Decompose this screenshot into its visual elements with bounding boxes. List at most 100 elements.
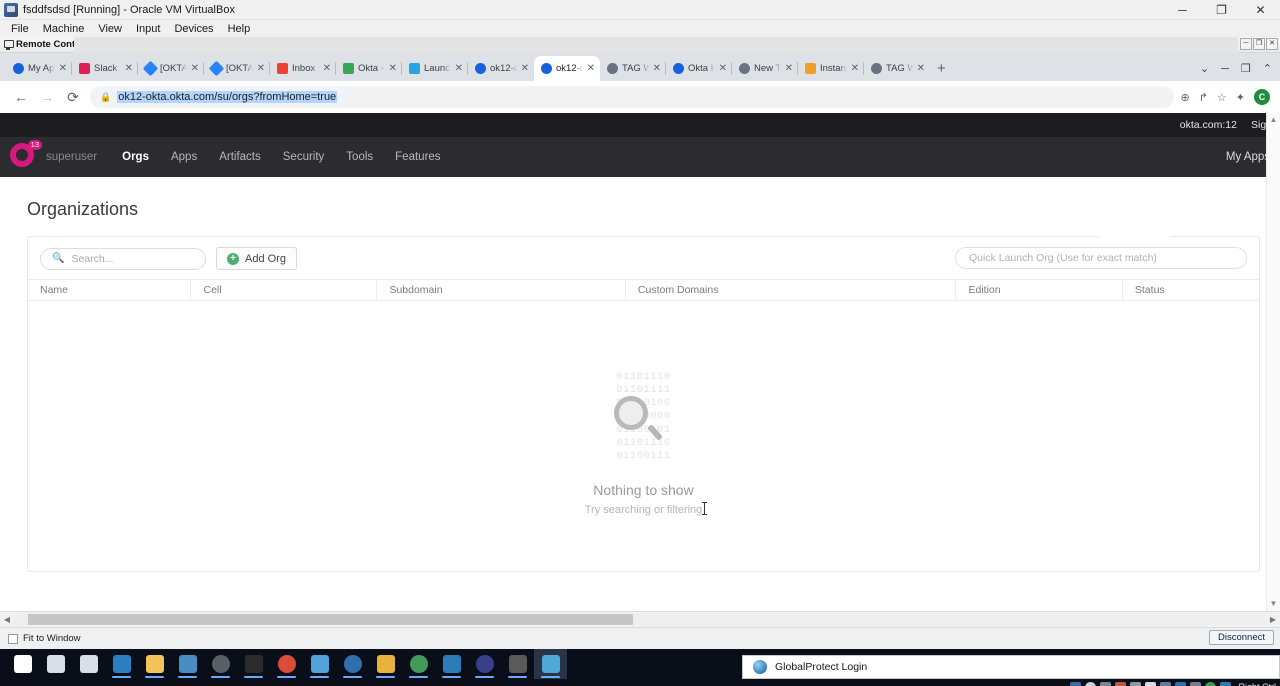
okta-logo[interactable]: 13 [10, 143, 38, 171]
browser-tab[interactable]: My Apps✕ [6, 56, 72, 81]
column-header-custom-domains[interactable]: Custom Domains [625, 279, 956, 301]
menu-help[interactable]: Help [221, 22, 258, 36]
tab-close-icon[interactable]: ✕ [125, 64, 133, 74]
search-input[interactable]: 🔍 Search... [40, 248, 206, 270]
nav-item-orgs[interactable]: Orgs [111, 151, 160, 163]
reload-button[interactable]: ⟳ [60, 84, 86, 110]
start-button [14, 655, 32, 673]
taskbar-onenote-icon[interactable] [369, 649, 402, 679]
tab-close-icon[interactable]: ✕ [389, 64, 397, 74]
taskbar-start-button[interactable] [6, 649, 39, 679]
tab-close-icon[interactable]: ✕ [785, 64, 793, 74]
taskbar-webex-icon[interactable] [204, 649, 237, 679]
vm-horizontal-scrollbar[interactable]: ◀ ▶ [0, 611, 1280, 627]
taskbar-notepad-icon[interactable] [303, 649, 336, 679]
browser-tab[interactable]: Inbox (12✕ [270, 56, 336, 81]
taskbar-globalprotect-icon[interactable] [402, 649, 435, 679]
fit-to-window-checkbox[interactable] [8, 634, 18, 644]
tab-close-icon[interactable]: ✕ [323, 64, 331, 74]
tab-close-icon[interactable]: ✕ [851, 64, 859, 74]
slack-icon [79, 63, 90, 74]
menu-machine[interactable]: Machine [36, 22, 92, 36]
tab-close-icon[interactable]: ✕ [455, 64, 463, 74]
vbox-maximize-button[interactable]: ❐ [1202, 0, 1241, 20]
taskbar-lastpass-icon[interactable] [468, 649, 501, 679]
rc-restore-button[interactable]: ❐ [1253, 38, 1265, 50]
hscroll-thumb[interactable] [28, 614, 633, 625]
chrome-scroll-up-icon[interactable]: ⌃ [1263, 62, 1272, 75]
tab-close-icon[interactable]: ✕ [719, 64, 727, 74]
browser-tab[interactable]: TAG WEB✕ [864, 56, 930, 81]
taskbar-file-explorer-icon[interactable] [138, 649, 171, 679]
browser-tab[interactable]: Okta - Ca✕ [336, 56, 402, 81]
column-header-name[interactable]: Name [28, 279, 190, 301]
browser-tab[interactable]: ok12-okt✕ [534, 56, 600, 81]
share-icon[interactable]: ↱ [1199, 91, 1208, 104]
profile-avatar[interactable]: C [1254, 89, 1270, 105]
menu-view[interactable]: View [91, 22, 129, 36]
hscroll-track[interactable] [14, 614, 1266, 625]
tab-close-icon[interactable]: ✕ [917, 64, 925, 74]
browser-tab[interactable]: New Tab✕ [732, 56, 798, 81]
extensions-puzzle-icon[interactable]: ✦ [1236, 91, 1245, 104]
taskbar-terminal-icon[interactable] [237, 649, 270, 679]
column-header-status[interactable]: Status [1122, 279, 1259, 301]
column-header-edition[interactable]: Edition [955, 279, 1121, 301]
rc-close-button[interactable]: ✕ [1266, 38, 1278, 50]
nav-item-apps[interactable]: Apps [160, 151, 208, 163]
taskbar-vscode-icon[interactable] [435, 649, 468, 679]
rc-minimize-button[interactable]: ─ [1240, 38, 1252, 50]
menu-file[interactable]: File [4, 22, 36, 36]
disconnect-button[interactable]: Disconnect [1209, 630, 1274, 645]
forward-button[interactable]: → [34, 84, 60, 110]
address-bar[interactable]: 🔒 ok12-okta.okta.com/su/orgs?fromHome=tr… [90, 86, 1174, 108]
taskbar-search-icon[interactable] [39, 649, 72, 679]
taskbar-internet-explorer-icon[interactable] [105, 649, 138, 679]
bookmark-star-icon[interactable]: ☆ [1217, 91, 1227, 104]
vbox-minimize-button[interactable]: ─ [1163, 0, 1202, 20]
page-vertical-scrollbar[interactable]: ▲ ▼ [1266, 113, 1280, 611]
scroll-up-arrow-icon[interactable]: ▲ [1267, 113, 1280, 127]
taskbar-task-view-icon[interactable] [72, 649, 105, 679]
scroll-left-arrow-icon[interactable]: ◀ [0, 615, 14, 624]
nav-item-tools[interactable]: Tools [335, 151, 384, 163]
scroll-down-arrow-icon[interactable]: ▼ [1267, 597, 1280, 611]
taskbar-skype-icon[interactable] [336, 649, 369, 679]
new-tab-button[interactable]: + [937, 60, 946, 81]
taskbar-evernote-icon[interactable] [501, 649, 534, 679]
chrome-minimize-button[interactable]: ─ [1221, 63, 1229, 75]
browser-tab[interactable]: [OKTA-40✕ [204, 56, 270, 81]
tab-close-icon[interactable]: ✕ [59, 64, 67, 74]
tab-close-icon[interactable]: ✕ [653, 64, 661, 74]
zoom-icon[interactable]: ⊕ [1180, 91, 1189, 104]
menu-devices[interactable]: Devices [167, 22, 220, 36]
quick-launch-input[interactable]: Quick Launch Org (Use for exact match) [955, 247, 1247, 269]
nav-item-artifacts[interactable]: Artifacts [208, 151, 272, 163]
taskbar-affinity-icon[interactable] [534, 649, 567, 679]
vbox-close-button[interactable]: ✕ [1241, 0, 1280, 20]
globalprotect-login-popup[interactable]: GlobalProtect Login [742, 655, 1280, 679]
tab-close-icon[interactable]: ✕ [587, 64, 595, 74]
browser-tab[interactable]: [OKTA-39✕ [138, 56, 204, 81]
tab-close-icon[interactable]: ✕ [257, 64, 265, 74]
browser-tab[interactable]: Instances✕ [798, 56, 864, 81]
browser-tab[interactable]: Slack | sy✕ [72, 56, 138, 81]
nav-item-features[interactable]: Features [384, 151, 451, 163]
browser-tab[interactable]: TAG WEB✕ [600, 56, 666, 81]
chrome-maximize-button[interactable]: ❐ [1241, 62, 1251, 75]
tab-search-icon[interactable]: ⌄ [1200, 62, 1209, 75]
scroll-right-arrow-icon[interactable]: ▶ [1266, 615, 1280, 624]
column-header-cell[interactable]: Cell [190, 279, 376, 301]
taskbar-chrome-icon[interactable] [270, 649, 303, 679]
tab-close-icon[interactable]: ✕ [191, 64, 199, 74]
menu-input[interactable]: Input [129, 22, 167, 36]
browser-tab[interactable]: ok12-okt✕ [468, 56, 534, 81]
back-button[interactable]: ← [8, 84, 34, 110]
taskbar-remote-desktop-icon[interactable] [171, 649, 204, 679]
browser-tab[interactable]: Okta He✕ [666, 56, 732, 81]
add-org-button[interactable]: + Add Org [216, 247, 297, 270]
browser-tab[interactable]: Launch M✕ [402, 56, 468, 81]
column-header-subdomain[interactable]: Subdomain [376, 279, 624, 301]
tab-close-icon[interactable]: ✕ [521, 64, 529, 74]
nav-item-security[interactable]: Security [272, 151, 336, 163]
